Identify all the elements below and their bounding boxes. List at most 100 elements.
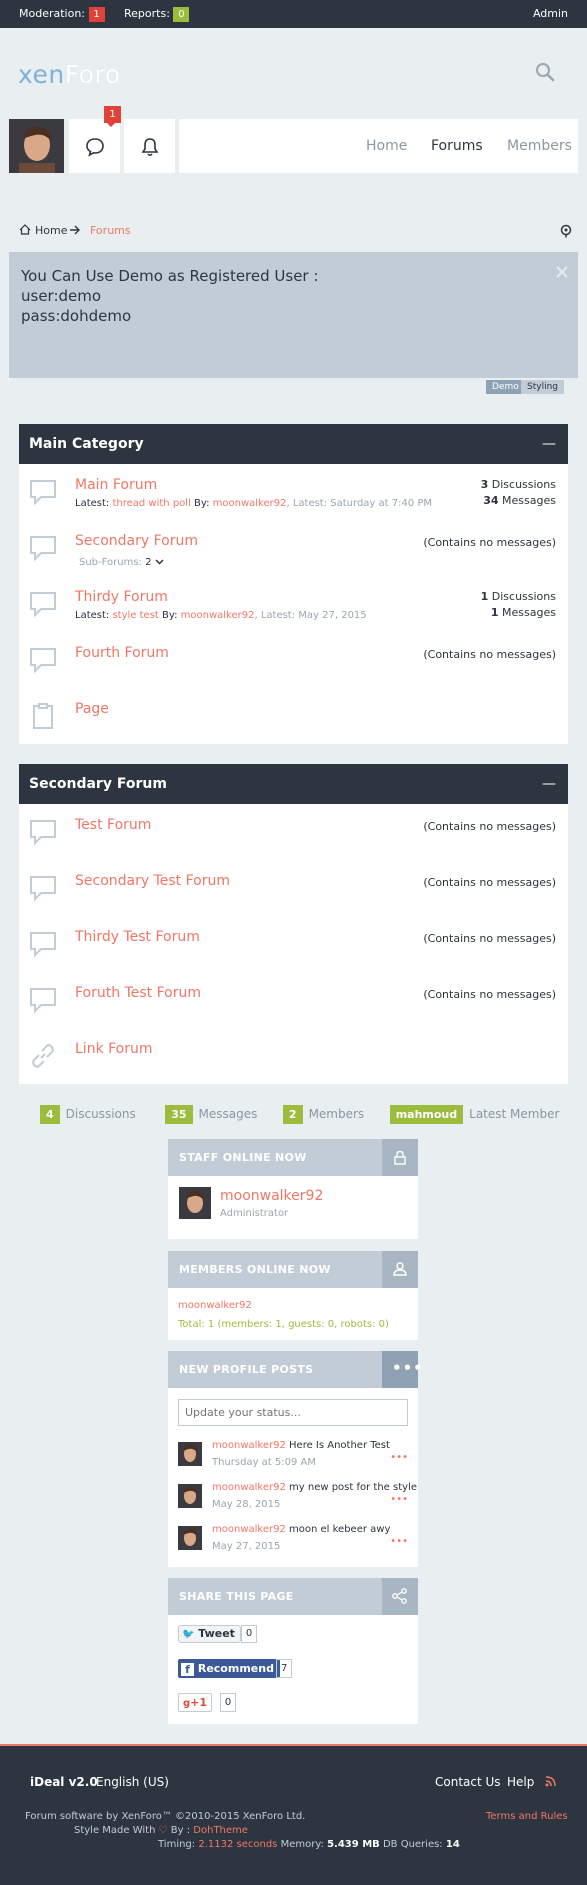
avatar-image [183,1486,198,1504]
staff-role: Administrator [220,1208,289,1219]
terms-link[interactable]: Terms and Rules [486,1811,568,1822]
staff-username[interactable]: moonwalker92 [220,1188,323,1204]
avatar[interactable] [179,1187,211,1219]
forum-read-icon [30,592,56,618]
notice-tab-demo[interactable]: Demo [486,380,525,394]
forum-latest: Latest: style test By: moonwalker92, Lat… [75,610,367,621]
nav-home[interactable]: Home [366,138,407,154]
latest-user-link[interactable]: moonwalker92 [213,498,287,509]
no-messages: (Contains no messages) [423,932,556,945]
avatar[interactable] [178,1442,202,1466]
members-count: 2 [282,1105,303,1124]
breadcrumb-forums[interactable]: Forums [90,224,131,237]
reports-link[interactable]: Reports: 0 [124,7,190,22]
block-header: SHARE THIS PAGE [168,1578,418,1615]
latest-thread-link[interactable]: style test [112,610,158,621]
contact-us-link[interactable]: Contact Us [435,1775,501,1789]
google-plus-button[interactable]: g+1 [178,1693,213,1712]
admin-link[interactable]: Admin [533,7,568,20]
top-bar: Moderation: 1 Reports: 0 Admin [0,0,587,28]
subforums-toggle[interactable]: Sub-Forums: 2 [79,557,164,568]
forum-read-icon [30,876,56,902]
help-link[interactable]: Help [507,1775,534,1789]
forum-read-icon [30,536,56,562]
latest-thread-link[interactable]: thread with poll [112,498,190,509]
forum-title[interactable]: Thirdy Forum [75,589,168,605]
avatar[interactable] [178,1526,202,1550]
main-category: Main Category — Main Forum Latest: threa… [19,424,568,744]
forum-title[interactable]: Main Forum [75,477,157,493]
category-header[interactable]: Secondary Forum — [19,764,568,804]
status-update-input[interactable] [178,1399,408,1426]
block-icon[interactable]: ••• [382,1351,423,1388]
language-chooser[interactable]: English (US) [96,1775,169,1789]
post-options-icon[interactable]: ••• [390,1536,408,1547]
facebook-recommend-button[interactable]: f Recommend [178,1659,280,1678]
avatar-image [183,1528,198,1546]
forum-title[interactable]: Link Forum [75,1041,153,1057]
messages-count: 35 [165,1105,193,1124]
avatar[interactable] [9,119,64,173]
breadcrumb-home[interactable]: Home [35,224,67,237]
forum-title[interactable]: Thirdy Test Forum [75,929,200,945]
discussions-count: 4 [40,1105,60,1124]
link-icon [32,1044,54,1068]
forum-read-icon [30,932,56,958]
latest-user-link[interactable]: moonwalker92 [181,610,255,621]
block-header: STAFF ONLINE NOW [168,1139,418,1176]
latest-member-link[interactable]: mahmoud [389,1105,464,1124]
more-icon: ••• [392,1359,424,1377]
forum-node: Thirdy Test Forum (Contains no messages) [19,916,568,972]
category-title: Main Category [29,436,144,452]
share-block: SHARE THIS PAGE 🐦 Tweet 0 f Recommend 7 … [168,1578,418,1724]
search-icon[interactable] [535,62,555,82]
forum-title[interactable]: Fourth Forum [75,645,169,661]
post-text: moon el kebeer awy [289,1524,391,1535]
collapse-icon[interactable]: — [542,764,556,804]
forum-title[interactable]: Secondary Test Forum [75,873,230,889]
nav-forums[interactable]: Forums [431,138,483,154]
dohtheme-link[interactable]: DohTheme [193,1825,248,1836]
style-chooser[interactable]: iDeal v2.0 [30,1775,98,1789]
staff-online-block: STAFF ONLINE NOW moonwalker92 Administra… [168,1139,418,1239]
forum-read-icon [30,820,56,846]
post-options-icon[interactable]: ••• [390,1494,408,1505]
forum-title[interactable]: Foruth Test Forum [75,985,201,1001]
arrow-right-icon [70,225,80,235]
forum-node: Secondary Forum Sub-Forums: 2 (Contains … [19,520,568,576]
moderation-badge: 1 [88,7,105,22]
conversations-icon [86,138,104,157]
post-author[interactable]: moonwalker92 [212,1524,286,1535]
forum-title[interactable]: Secondary Forum [75,533,198,549]
avatar[interactable] [178,1484,202,1508]
users-icon [393,1262,407,1276]
tweet-button[interactable]: 🐦 Tweet [178,1625,241,1643]
link-forum-node: Link Forum [19,1028,568,1084]
moderation-link[interactable]: Moderation: 1 [19,7,105,22]
nav-members[interactable]: Members [507,138,572,154]
page-title[interactable]: Page [75,701,109,717]
forum-title[interactable]: Test Forum [75,817,151,833]
site-logo[interactable]: xenForo [18,60,121,89]
conversations-tab[interactable]: 1 [69,106,121,173]
post-options-icon[interactable]: ••• [390,1452,408,1463]
clipboard-icon [33,703,53,729]
category-header[interactable]: Main Category — [19,424,568,464]
forum-stats: 3 Discussions 34 Messages [480,478,556,507]
no-messages: (Contains no messages) [423,648,556,661]
collapse-icon[interactable]: — [542,424,556,464]
location-pin-icon[interactable] [560,224,572,238]
profile-post: moonwalker92 Here Is Another Test Thursd… [178,1440,408,1478]
alerts-tab[interactable] [124,119,175,173]
gplus-count: 0 [220,1693,236,1712]
notice-tab-styling[interactable]: Styling [521,380,564,394]
online-user-link[interactable]: moonwalker92 [178,1300,252,1311]
secondary-category: Secondary Forum — Test Forum (Contains n… [19,764,568,1084]
post-author[interactable]: moonwalker92 [212,1482,286,1493]
block-header: MEMBERS ONLINE NOW [168,1251,418,1288]
post-text: Here Is Another Test [289,1440,390,1451]
post-author[interactable]: moonwalker92 [212,1440,286,1451]
forum-stats: 1 Discussions 1 Messages [480,590,556,619]
close-icon[interactable] [556,266,568,278]
rss-icon[interactable] [545,1776,556,1787]
